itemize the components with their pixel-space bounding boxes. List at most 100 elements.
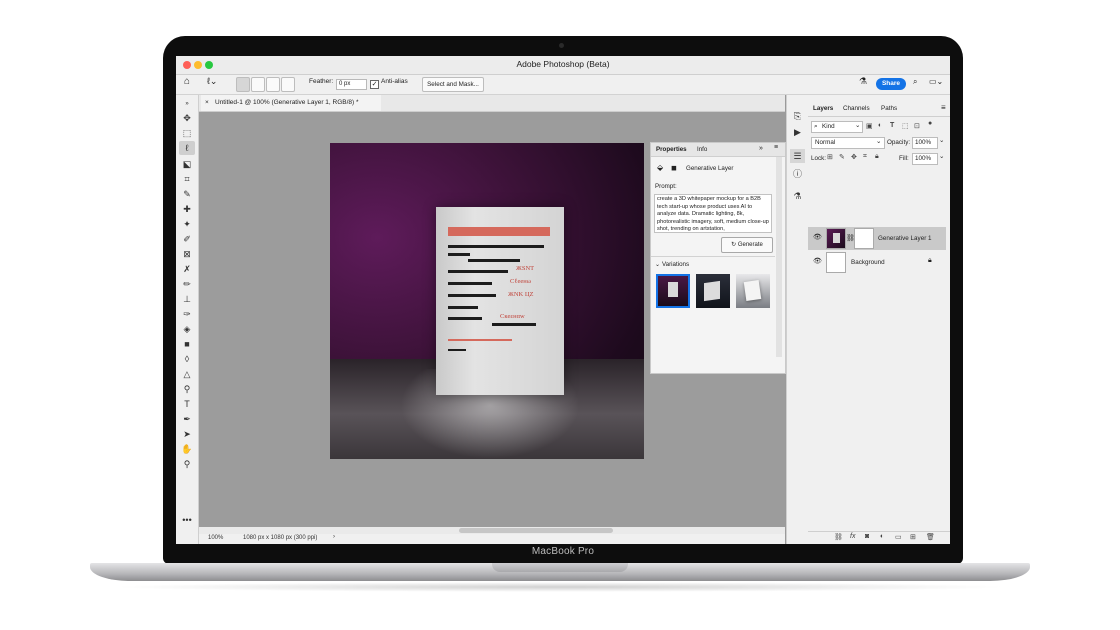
- lock-position-icon[interactable]: ✥: [851, 153, 857, 161]
- anti-alias-checkbox[interactable]: ✓: [370, 80, 379, 89]
- pen-tool-icon[interactable]: ✒: [179, 412, 195, 426]
- share-button[interactable]: Share: [876, 78, 906, 90]
- prompt-input[interactable]: create a 3D whitepaper mockup for a B2B …: [654, 194, 772, 233]
- new-selection-icon[interactable]: [236, 77, 250, 92]
- visibility-eye-icon[interactable]: 👁︎: [813, 233, 822, 241]
- layer-row-generative-layer-1[interactable]: 👁︎ ⛓ Generative Layer 1: [808, 227, 946, 250]
- info-icon[interactable]: ⓘ: [790, 167, 805, 181]
- hand-tool-icon[interactable]: ✋: [179, 442, 195, 456]
- filter-smart-object-icon[interactable]: ⊡: [914, 122, 920, 130]
- variation-thumbnail-3[interactable]: [736, 274, 770, 308]
- eyedropper-tool-icon[interactable]: ✎: [179, 187, 195, 201]
- panel-menu-icon[interactable]: ≡: [774, 144, 778, 151]
- whitepaper-mockup: ЖЅNT Cℓeeнω ЖNK ЦZ Cкeεнαw: [436, 207, 564, 395]
- zoom-tool-icon[interactable]: ⚲: [179, 457, 195, 471]
- lock-all-icon[interactable]: 🔒︎: [875, 153, 879, 161]
- generate-button[interactable]: ↻ Generate: [721, 237, 773, 253]
- home-icon[interactable]: ⌂: [184, 76, 190, 87]
- tab-info[interactable]: Info: [697, 146, 707, 153]
- select-and-mask-button[interactable]: Select and Mask...: [422, 77, 484, 92]
- dodge-tool-icon[interactable]: ⚲: [179, 382, 195, 396]
- spot-healing-tool-icon[interactable]: ✚: [179, 202, 195, 216]
- layer-row-background[interactable]: 👁︎ Background 🔒︎: [808, 251, 946, 274]
- crop-tool-icon[interactable]: ⌗: [179, 172, 195, 186]
- subtract-selection-icon[interactable]: [266, 77, 280, 92]
- lasso-tool-preset-icon[interactable]: ℓ⌄: [207, 76, 217, 87]
- tab-properties[interactable]: Properties: [656, 146, 687, 153]
- puppet-warp-icon[interactable]: ✗: [179, 262, 195, 276]
- lock-artboard-icon[interactable]: ⌗: [863, 153, 867, 161]
- lasso-tool-icon[interactable]: ℓ: [179, 141, 195, 155]
- path-selection-tool-icon[interactable]: ➤: [179, 427, 195, 441]
- filter-pixel-icon[interactable]: ▣: [866, 122, 873, 130]
- gradient-tool-icon[interactable]: ■: [179, 337, 195, 351]
- blend-mode-select[interactable]: Normal ⌄: [811, 137, 885, 149]
- brush-tool-icon[interactable]: ✐: [179, 232, 195, 246]
- expand-panel-icon[interactable]: »: [759, 145, 763, 152]
- eraser-tool-icon[interactable]: ◈: [179, 322, 195, 336]
- history-brush-icon[interactable]: ✑: [179, 307, 195, 321]
- layer-name[interactable]: Generative Layer 1: [878, 235, 932, 242]
- scroll-thumb[interactable]: [459, 528, 613, 533]
- document-info[interactable]: 1080 px x 1080 px (300 ppi): [243, 535, 317, 541]
- tab-paths[interactable]: Paths: [881, 105, 897, 112]
- type-tool-icon[interactable]: T: [179, 397, 195, 411]
- remove-tool-icon[interactable]: ✦: [179, 217, 195, 231]
- visibility-eye-icon[interactable]: 👁︎: [813, 257, 822, 265]
- generated-image[interactable]: ЖЅNT Cℓeeнω ЖNK ЦZ Cкeεнαw: [330, 143, 644, 459]
- fill-input[interactable]: 100%: [912, 153, 938, 165]
- flask-icon[interactable]: ⚗: [859, 76, 867, 87]
- add-selection-icon[interactable]: [251, 77, 265, 92]
- horizontal-scrollbar[interactable]: [199, 527, 785, 534]
- tab-layers[interactable]: Layers: [813, 105, 833, 112]
- layer-mask-thumbnail[interactable]: [854, 228, 874, 249]
- chevron-down-icon[interactable]: ⌄: [655, 261, 660, 268]
- filter-toggle-icon[interactable]: ●: [928, 120, 932, 127]
- intersect-selection-icon[interactable]: [281, 77, 295, 92]
- lock-transparent-icon[interactable]: ⊞: [827, 153, 833, 161]
- history-icon[interactable]: ⎘: [790, 109, 805, 123]
- chevron-down-icon[interactable]: ⌄: [939, 153, 944, 160]
- close-tab-icon[interactable]: ×: [205, 95, 209, 111]
- kind-filter-select[interactable]: ⌕ Kind ⌄: [811, 121, 863, 133]
- tab-channels[interactable]: Channels: [843, 105, 870, 112]
- add-mask-icon[interactable]: ◙: [865, 533, 869, 540]
- filter-shape-icon[interactable]: ⬚: [902, 122, 909, 130]
- marquee-tool-icon[interactable]: ⬚: [179, 126, 195, 140]
- link-layers-icon[interactable]: ⛓: [834, 533, 843, 541]
- collapse-icon[interactable]: »: [179, 97, 195, 111]
- fx-icon[interactable]: fx: [850, 533, 855, 540]
- trash-icon[interactable]: 🗑︎: [926, 533, 935, 541]
- filter-adjustment-icon[interactable]: ◐: [878, 122, 882, 129]
- status-chevron-icon[interactable]: ›: [333, 534, 335, 540]
- object-selection-tool-icon[interactable]: ⬕: [179, 157, 195, 171]
- more-tools-icon[interactable]: •••: [179, 513, 195, 527]
- pencil-tool-icon[interactable]: ✏: [179, 277, 195, 291]
- variation-thumbnail-2[interactable]: [696, 274, 730, 308]
- new-group-icon[interactable]: ▭: [895, 533, 902, 541]
- panel-scrollbar[interactable]: [776, 157, 782, 357]
- document-tab[interactable]: × Untitled-1 @ 100% (Generative Layer 1,…: [201, 95, 381, 111]
- new-layer-icon[interactable]: ⊞: [910, 533, 916, 541]
- lock-image-icon[interactable]: ✎: [839, 153, 845, 161]
- blur-tool-icon[interactable]: ◊: [179, 352, 195, 366]
- zoom-level[interactable]: 100%: [208, 535, 223, 541]
- search-icon[interactable]: ⌕: [913, 77, 917, 87]
- feather-input[interactable]: 0 px: [336, 79, 367, 90]
- opacity-input[interactable]: 100%: [912, 137, 938, 149]
- clone-stamp-tool-icon[interactable]: ⊥: [179, 292, 195, 306]
- sharpen-tool-icon[interactable]: △: [179, 367, 195, 381]
- frame-tool-icon[interactable]: ⊠: [179, 247, 195, 261]
- layer-name[interactable]: Background: [851, 259, 885, 266]
- new-adjustment-icon[interactable]: ◐: [880, 533, 884, 540]
- move-tool-icon[interactable]: ✥: [179, 111, 195, 125]
- adjustments-icon[interactable]: ⚗: [790, 189, 805, 203]
- properties-icon[interactable]: ☰: [790, 149, 805, 163]
- workspace-icon[interactable]: ▭⌄: [929, 77, 943, 86]
- document-tab-bar: × Untitled-1 @ 100% (Generative Layer 1,…: [199, 95, 785, 112]
- chevron-down-icon[interactable]: ⌄: [939, 137, 944, 144]
- variation-thumbnail-1[interactable]: [656, 274, 690, 308]
- actions-play-icon[interactable]: ▶: [790, 125, 805, 139]
- filter-type-icon[interactable]: T: [890, 122, 894, 129]
- panel-menu-icon[interactable]: ≡: [941, 103, 946, 112]
